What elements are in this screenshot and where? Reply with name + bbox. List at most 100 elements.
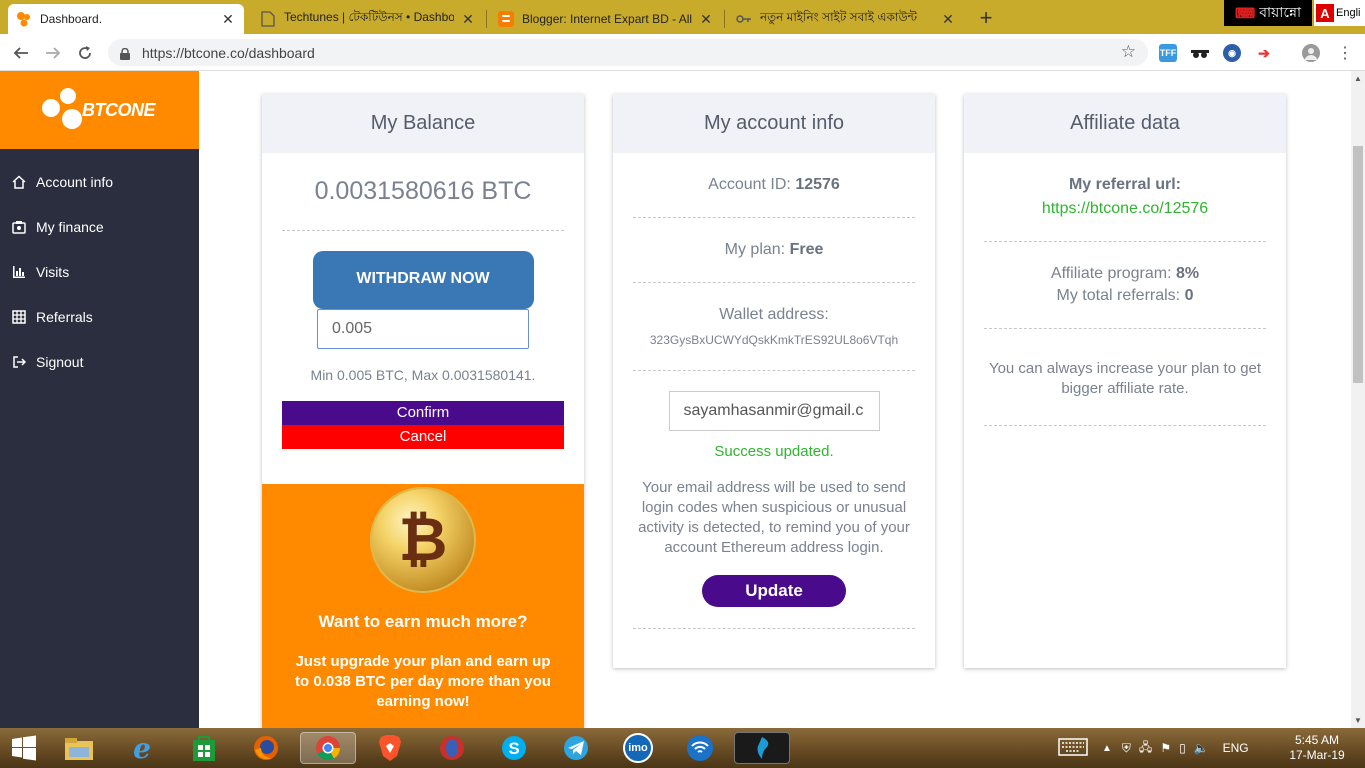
sidebar-item-label: Account info [36, 173, 114, 190]
network-icon[interactable]: 🖧 [1139, 738, 1152, 759]
signout-icon [11, 354, 27, 370]
btcone-favicon [16, 11, 32, 27]
telenor-app-icon[interactable] [734, 732, 790, 764]
clock[interactable]: 5:45 AM 17-Mar-19 [1285, 733, 1349, 763]
confirm-button[interactable]: Confirm [282, 401, 564, 425]
file-explorer-icon[interactable] [63, 732, 95, 764]
firefox-icon[interactable] [250, 732, 282, 764]
close-icon[interactable]: ✕ [940, 11, 956, 28]
back-button[interactable] [10, 42, 32, 64]
divider [984, 425, 1266, 426]
tab-title: Blogger: Internet Expart BD - All [522, 12, 692, 26]
sidebar-item-visits[interactable]: Visits [0, 249, 199, 294]
svg-text:S: S [508, 739, 519, 758]
bookmark-star-icon[interactable]: ☆ [1121, 42, 1136, 62]
scroll-up-icon[interactable]: ▲ [1351, 74, 1365, 83]
address-bar[interactable]: https://btcone.co/dashboard ☆ [108, 39, 1148, 66]
share-arrow-icon[interactable]: ➔ [1255, 44, 1273, 62]
reload-button[interactable] [74, 42, 96, 64]
divider [282, 230, 564, 231]
volume-icon[interactable]: 🔈 [1194, 741, 1209, 755]
show-hidden-icons-icon[interactable]: ▲ [1102, 743, 1112, 754]
wallet-label: Wallet address: [719, 306, 829, 323]
opera-gx-icon[interactable] [436, 732, 468, 764]
tab-title: Dashboard. [40, 12, 103, 26]
account-plan: My plan: Free [724, 241, 824, 258]
chrome-taskbar-icon[interactable] [300, 732, 356, 764]
arrow-right-icon [46, 47, 61, 59]
withdraw-now-button[interactable]: WITHDRAW NOW [312, 251, 534, 309]
sidebar: BTCONE Account info My finance Visits Re… [0, 71, 199, 728]
lock-icon [120, 47, 130, 60]
ime-english-label: Engli [1336, 7, 1361, 19]
store-icon[interactable] [188, 732, 220, 764]
battery-icon[interactable]: ▯ [1179, 741, 1186, 755]
promo-text: Just upgrade your plan and earn up to 0.… [295, 653, 551, 710]
update-button[interactable]: Update [702, 575, 846, 607]
keyboard-icon: ⌨ [1234, 4, 1256, 21]
sidebar-item-my-finance[interactable]: My finance [0, 204, 199, 249]
withdraw-amount-input[interactable]: 0.005 [317, 309, 529, 349]
internet-explorer-icon[interactable]: e [126, 732, 158, 765]
profile-avatar[interactable] [1302, 44, 1320, 62]
referral-url-link[interactable]: https://btcone.co/12576 [964, 194, 1286, 218]
total-referrals: My total referrals: 0 [1056, 287, 1194, 304]
main-content: My Balance 0.0031580616 BTC WITHDRAW NOW… [199, 71, 1351, 728]
upgrade-promo: ₿ Want to earn much more? Just upgrade y… [262, 484, 584, 728]
sidebar-item-signout[interactable]: Signout [0, 339, 199, 384]
skype-icon[interactable]: S [498, 732, 530, 764]
finance-icon [11, 219, 27, 235]
logo-text: BTCONE [82, 99, 156, 120]
logo[interactable]: BTCONE [0, 71, 199, 149]
browser-tab-bar: Dashboard. ✕ Techtunes | টেকটিউনস • Dash… [0, 0, 1365, 34]
windows-taskbar: e S imo ▲ ⛨ 🖧 ⚑ ▯ 🔈 ENG 5:45 AM 17-Mar-1… [0, 728, 1365, 768]
language-indicator[interactable]: ENG [1223, 741, 1249, 755]
tff-extension-icon[interactable]: TFF [1159, 44, 1177, 62]
close-icon[interactable]: ✕ [220, 11, 236, 28]
email-field[interactable]: sayamhasanmir@gmail.c [668, 391, 880, 431]
brave-icon[interactable] [374, 732, 406, 764]
windows-start-icon[interactable] [8, 732, 40, 764]
telegram-icon[interactable] [560, 732, 592, 764]
affiliate-card: Affiliate data My referral url: https://… [964, 94, 1286, 668]
sidebar-item-account-info[interactable]: Account info [0, 159, 199, 204]
tab-blogger[interactable]: Blogger: Internet Expart BD - All ✕ [490, 4, 722, 34]
english-ime-indicator[interactable]: A Engli [1313, 0, 1365, 26]
sidebar-item-referrals[interactable]: Referrals [0, 294, 199, 339]
adobe-icon: A [1316, 4, 1334, 22]
scroll-down-icon[interactable]: ▼ [1351, 716, 1365, 725]
touch-keyboard-icon[interactable] [1058, 737, 1088, 759]
url-text: https://btcone.co/dashboard [142, 44, 315, 61]
action-center-icon[interactable]: ⚑ [1160, 741, 1171, 755]
arrow-left-icon [13, 47, 28, 59]
new-tab-button[interactable]: + [976, 5, 996, 31]
page-scrollbar[interactable]: ▲ ▼ [1351, 71, 1365, 728]
card-title: My account info [613, 94, 935, 153]
tab-mining[interactable]: নতুন মাইনিং সাইট সবাই একাউন্ট ✕ [728, 4, 964, 34]
wallet-address: 323GysBxUCWYdQskKmkTrES92UL8o6VTqh [649, 333, 899, 347]
balance-amount: 0.0031580616 BTC [314, 177, 532, 205]
vpn-extension-icon[interactable]: ◉ [1223, 44, 1241, 62]
sidebar-item-label: My finance [36, 218, 104, 235]
tray-app-icon[interactable]: ⛨ [1122, 741, 1131, 756]
affiliate-program: Affiliate program: 8% [1050, 265, 1200, 282]
forward-button[interactable] [42, 42, 64, 64]
imo-icon[interactable]: imo [622, 732, 654, 764]
clock-date: 17-Mar-19 [1289, 748, 1345, 762]
bangla-ime-indicator[interactable]: ⌨ বায়ান্নো [1224, 0, 1312, 26]
card-title: My Balance [262, 94, 584, 153]
close-icon[interactable]: ✕ [698, 11, 714, 28]
cancel-button[interactable]: Cancel [282, 425, 564, 449]
clock-time: 5:45 AM [1294, 733, 1340, 747]
tab-dashboard[interactable]: Dashboard. ✕ [8, 4, 244, 34]
wifi-app-icon[interactable] [684, 732, 716, 764]
bar-chart-icon [11, 264, 27, 280]
page-icon [260, 11, 276, 27]
scroll-thumb[interactable] [1353, 146, 1363, 383]
blogger-icon [498, 11, 514, 27]
close-icon[interactable]: ✕ [460, 11, 476, 28]
spy-extension-icon[interactable] [1191, 44, 1209, 62]
tab-techtunes[interactable]: Techtunes | টেকটিউনস • Dashbo ✕ [252, 4, 484, 34]
referral-url-label: My referral url: [1068, 176, 1182, 193]
menu-kebab-icon[interactable]: ⋮ [1334, 42, 1356, 64]
